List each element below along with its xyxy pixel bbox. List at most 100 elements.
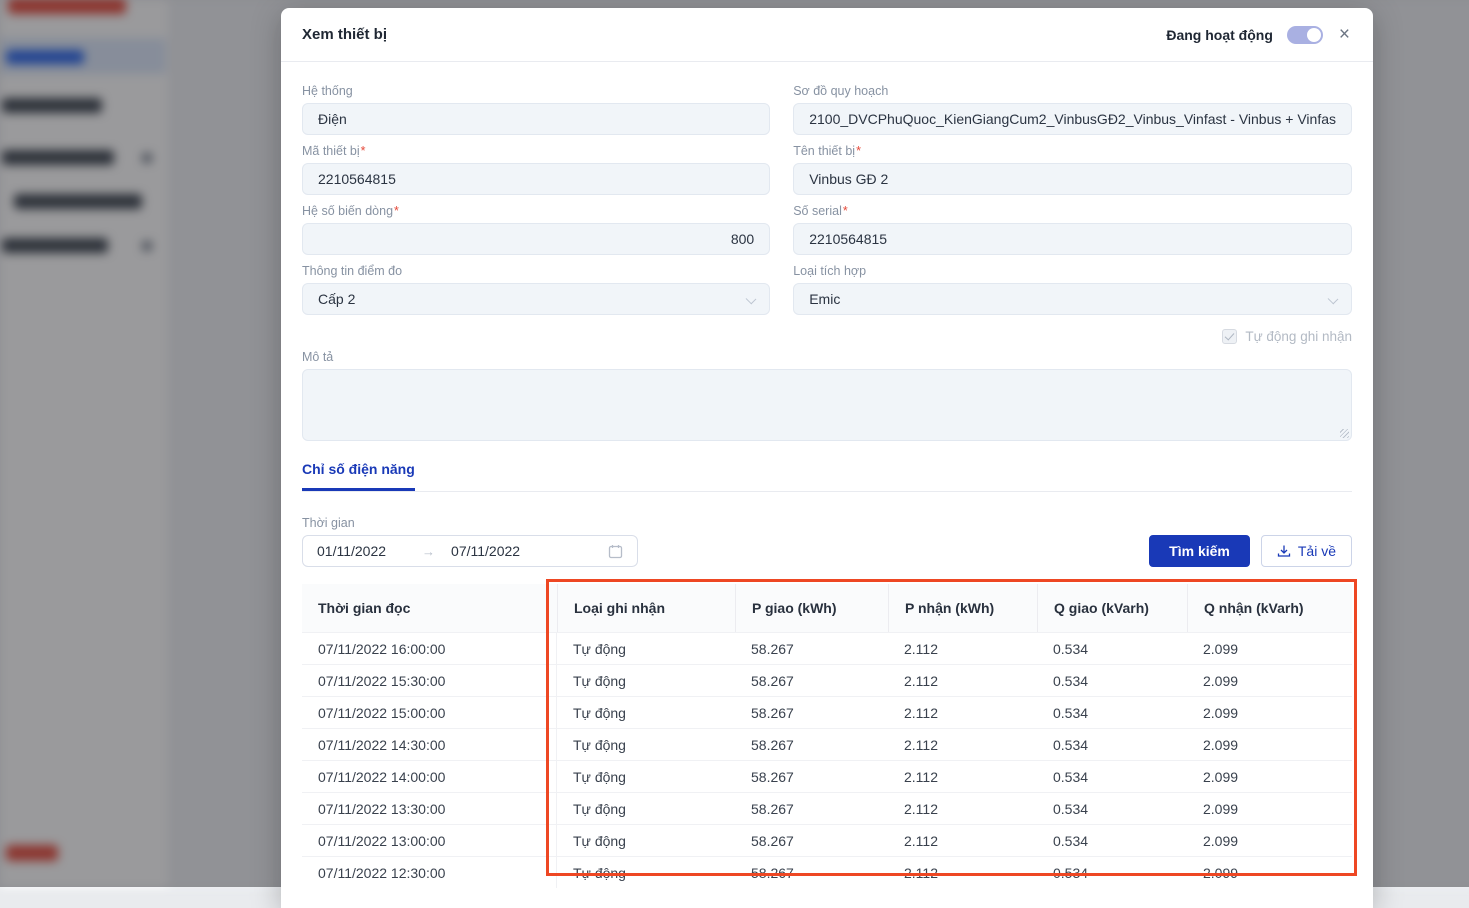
table-cell: 0.534 — [1037, 825, 1187, 856]
table-cell: 2.099 — [1187, 825, 1352, 856]
date-arrow-icon: → — [422, 544, 435, 559]
he-thong-input[interactable]: Điện — [302, 103, 770, 135]
table-cell: 2.112 — [888, 697, 1037, 728]
table-row: 07/11/2022 13:00:00Tự động58.2672.1120.5… — [302, 824, 1352, 856]
table-header-cell: Q giao (kVarh) — [1037, 584, 1187, 632]
table-cell: 0.534 — [1037, 697, 1187, 728]
table-cell: 07/11/2022 12:30:00 — [302, 857, 557, 888]
table-row: 07/11/2022 12:30:00Tự động58.2672.1120.5… — [302, 856, 1352, 888]
field-value: 2210564815 — [318, 171, 396, 187]
auto-record-row: Tự động ghi nhận — [302, 329, 1352, 344]
table-cell: 2.099 — [1187, 729, 1352, 760]
table-body: 07/11/2022 16:00:00Tự động58.2672.1120.5… — [302, 632, 1352, 888]
date-range-picker[interactable]: 01/11/2022 → 07/11/2022 — [302, 535, 638, 567]
field-value: 2100_DVCPhuQuoc_KienGiangCum2_VinbusGĐ2_… — [809, 111, 1336, 127]
table-row: 07/11/2022 16:00:00Tự động58.2672.1120.5… — [302, 632, 1352, 664]
view-device-modal: Xem thiết bị Đang hoạt động × Hệ thống Đ… — [281, 8, 1373, 908]
table-cell: 0.534 — [1037, 729, 1187, 760]
table-cell: 07/11/2022 13:30:00 — [302, 793, 557, 824]
date-range-field: Thời gian 01/11/2022 → 07/11/2022 — [302, 516, 638, 567]
calendar-icon — [608, 544, 623, 559]
table-cell: 2.099 — [1187, 665, 1352, 696]
chevron-down-icon — [746, 294, 757, 305]
active-toggle[interactable] — [1287, 26, 1323, 44]
table-cell: 58.267 — [735, 697, 888, 728]
table-cell: Tự động — [557, 697, 735, 728]
table-cell: 2.112 — [888, 633, 1037, 664]
table-cell: 2.099 — [1187, 793, 1352, 824]
field-label: Hệ số biến dòng* — [302, 204, 770, 218]
table-cell: 58.267 — [735, 665, 888, 696]
download-label: Tải về — [1298, 543, 1336, 559]
table-cell: 2.112 — [888, 729, 1037, 760]
field-label: Mã thiết bị* — [302, 144, 770, 158]
field-value: Điện — [318, 111, 347, 127]
auto-record-checkbox[interactable] — [1222, 329, 1237, 344]
table-cell: Tự động — [557, 633, 735, 664]
table-header-cell: Thời gian đọc — [302, 584, 557, 632]
date-start[interactable]: 01/11/2022 — [317, 543, 386, 559]
table-cell: Tự động — [557, 665, 735, 696]
download-button[interactable]: Tải về — [1261, 535, 1352, 567]
ma-thiet-bi-input[interactable]: 2210564815 — [302, 163, 770, 195]
required-mark: * — [856, 144, 861, 158]
toggle-knob — [1307, 28, 1321, 42]
he-so-bien-dong-input[interactable]: 800 — [302, 223, 770, 255]
field-label: Mô tả — [302, 350, 1352, 364]
chevron-down-icon — [1328, 294, 1339, 305]
table-cell: 58.267 — [735, 793, 888, 824]
auto-record-label: Tự động ghi nhận — [1245, 329, 1352, 344]
field-he-so-bien-dong: Hệ số biến dòng* 800 — [302, 204, 770, 255]
table-cell: 07/11/2022 14:30:00 — [302, 729, 557, 760]
table-cell: 2.112 — [888, 857, 1037, 888]
table-cell: 58.267 — [735, 729, 888, 760]
table-cell: 58.267 — [735, 857, 888, 888]
select-value: Cấp 2 — [318, 291, 355, 307]
so-serial-input[interactable]: 2210564815 — [793, 223, 1352, 255]
modal-title: Xem thiết bị — [302, 26, 387, 43]
device-form: Hệ thống Điện Sơ đồ quy hoạch 2100_DVCPh… — [302, 84, 1352, 315]
so-do-quy-hoach-input[interactable]: 2100_DVCPhuQuoc_KienGiangCum2_VinbusGĐ2_… — [793, 103, 1352, 135]
field-thong-tin-diem-do: Thông tin điểm đo Cấp 2 — [302, 264, 770, 315]
table-row: 07/11/2022 15:30:00Tự động58.2672.1120.5… — [302, 664, 1352, 696]
field-so-do-quy-hoach: Sơ đồ quy hoạch 2100_DVCPhuQuoc_KienGian… — [793, 84, 1352, 135]
table-cell: 2.112 — [888, 761, 1037, 792]
table-cell: 0.534 — [1037, 793, 1187, 824]
active-toggle-label: Đang hoạt động — [1166, 27, 1273, 43]
table-cell: 2.099 — [1187, 697, 1352, 728]
table-cell: 58.267 — [735, 761, 888, 792]
tab-bar: Chỉ số điện năng — [302, 461, 1352, 492]
search-button[interactable]: Tìm kiếm — [1149, 535, 1250, 567]
tab-chi-so-dien-nang[interactable]: Chỉ số điện năng — [302, 461, 415, 491]
readings-table: Thời gian đọcLoại ghi nhậnP giao (kWh)P … — [302, 584, 1352, 888]
field-label: Thông tin điểm đo — [302, 264, 770, 278]
field-loai-tich-hop: Loại tích hợp Emic — [793, 264, 1352, 315]
field-label: Hệ thống — [302, 84, 770, 98]
table-row: 07/11/2022 14:00:00Tự động58.2672.1120.5… — [302, 760, 1352, 792]
modal-header: Xem thiết bị Đang hoạt động × — [281, 8, 1373, 62]
table-row: 07/11/2022 13:30:00Tự động58.2672.1120.5… — [302, 792, 1352, 824]
loai-tich-hop-select[interactable]: Emic — [793, 283, 1352, 315]
close-icon[interactable]: × — [1337, 25, 1352, 44]
date-end[interactable]: 07/11/2022 — [451, 543, 520, 559]
field-mo-ta: Mô tả — [302, 350, 1352, 441]
ten-thiet-bi-input[interactable]: Vinbus GĐ 2 — [793, 163, 1352, 195]
table-row: 07/11/2022 15:00:00Tự động58.2672.1120.5… — [302, 696, 1352, 728]
table-cell: 0.534 — [1037, 665, 1187, 696]
table-cell: 07/11/2022 13:00:00 — [302, 825, 557, 856]
resize-grip-icon[interactable] — [1340, 429, 1349, 438]
field-value: Vinbus GĐ 2 — [809, 171, 888, 187]
table-cell: 2.099 — [1187, 857, 1352, 888]
thong-tin-diem-do-select[interactable]: Cấp 2 — [302, 283, 770, 315]
table-header-cell: Q nhận (kVarh) — [1187, 584, 1352, 632]
table-cell: 2.112 — [888, 793, 1037, 824]
table-cell: 07/11/2022 15:00:00 — [302, 697, 557, 728]
download-icon — [1277, 544, 1291, 558]
mo-ta-textarea[interactable] — [302, 369, 1352, 441]
required-mark: * — [843, 204, 848, 218]
table-cell: 58.267 — [735, 633, 888, 664]
field-he-thong: Hệ thống Điện — [302, 84, 770, 135]
field-label: Số serial* — [793, 204, 1352, 218]
table-header-cell: P nhận (kWh) — [888, 584, 1037, 632]
table-cell: 58.267 — [735, 825, 888, 856]
